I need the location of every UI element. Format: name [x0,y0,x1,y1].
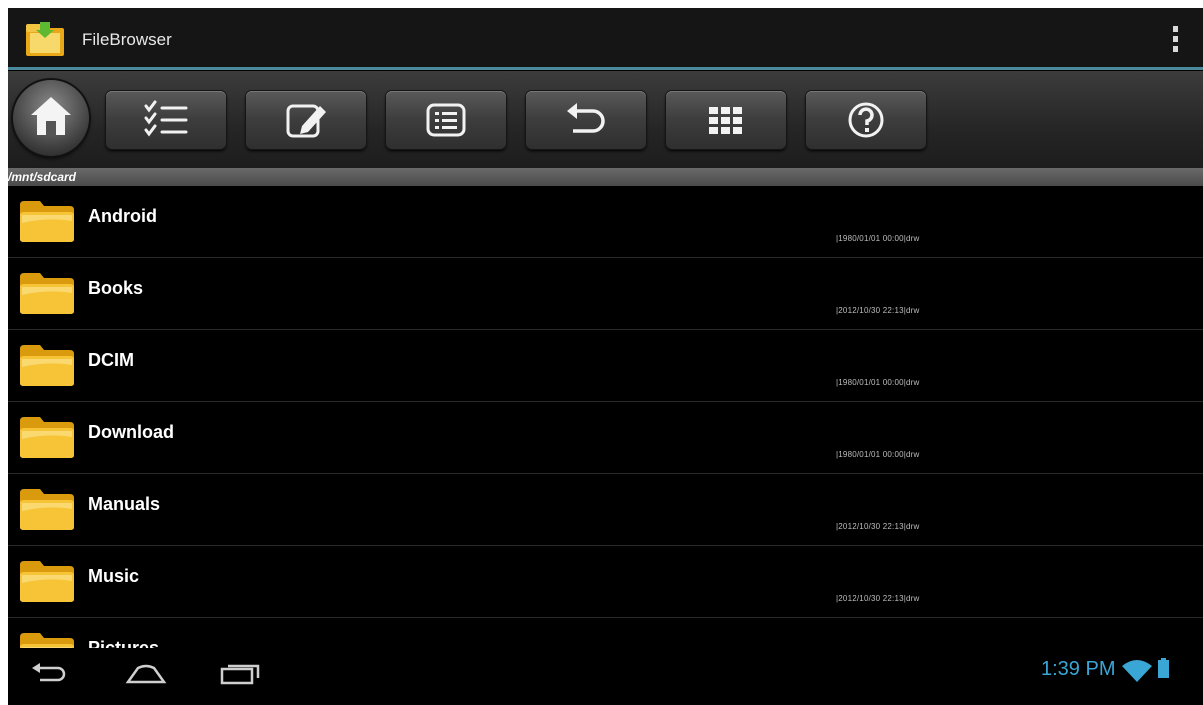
list-item[interactable]: Music |2012/10/30 22:13|drw [8,546,1203,618]
multi-select-button[interactable] [106,91,226,149]
file-meta: |2012/10/30 22:13|drw [836,306,920,315]
back-button[interactable] [526,91,646,149]
file-name: Manuals [88,494,161,514]
file-name: Books [88,278,144,298]
battery-icon [1158,658,1169,678]
checklist-icon [144,100,188,137]
file-meta: |1980/01/01 00:00|drw [836,450,920,459]
file-meta: |1980/01/01 00:00|drw [836,378,920,387]
file-list: Android |1980/01/01 00:00|drw Books |201… [8,186,1203,656]
folder-icon [20,273,74,314]
file-meta: |1980/01/01 00:00|drw [836,234,920,243]
path-bar: /mnt/sdcard [8,168,1203,186]
list-item[interactable]: DCIM |1980/01/01 00:00|drw [8,330,1203,402]
home-nav-icon[interactable] [124,662,168,691]
overflow-menu-icon[interactable] [1171,26,1179,52]
home-button[interactable] [13,80,89,156]
file-name: DCIM [88,350,134,370]
app-title: FileBrowser [82,30,172,49]
folder-icon [20,489,74,530]
screen: FileBrowser /mnt/sdcard Android |1980/01… [8,8,1203,705]
current-path: /mnt/sdcard [8,170,77,184]
file-meta: |2012/10/30 22:13|drw [836,522,920,531]
list-item[interactable]: Download |1980/01/01 00:00|drw [8,402,1203,474]
help-button[interactable] [806,91,926,149]
back-nav-icon[interactable] [30,662,70,691]
list-view-button[interactable] [386,91,506,149]
folder-icon [20,201,74,242]
wifi-icon [1122,660,1152,687]
action-bar-divider [8,67,1203,70]
help-icon [848,102,884,138]
action-bar: FileBrowser [8,8,1203,70]
list-item[interactable]: Manuals |2012/10/30 22:13|drw [8,474,1203,546]
system-nav-bar: 1:39 PM [8,648,1203,705]
folder-app-icon [24,20,66,58]
file-meta: |2012/10/30 22:13|drw [836,594,920,603]
recents-nav-icon[interactable] [218,662,262,691]
list-item[interactable]: Android |1980/01/01 00:00|drw [8,186,1203,258]
status-clock: 1:39 PM [1041,658,1116,680]
file-name: Android [88,206,157,226]
grid-view-button[interactable] [666,91,786,149]
folder-icon [20,345,74,386]
grid-icon [709,107,742,134]
home-icon [31,97,71,135]
edit-button[interactable] [246,91,366,149]
edit-icon [286,104,326,138]
folder-icon [20,417,74,458]
list-icon [426,103,466,137]
file-name: Download [88,422,174,442]
file-name: Music [88,566,140,586]
toolbar [8,71,1203,171]
folder-icon [20,561,74,602]
undo-arrow-icon [567,103,605,133]
list-item[interactable]: Books |2012/10/30 22:13|drw [8,258,1203,330]
